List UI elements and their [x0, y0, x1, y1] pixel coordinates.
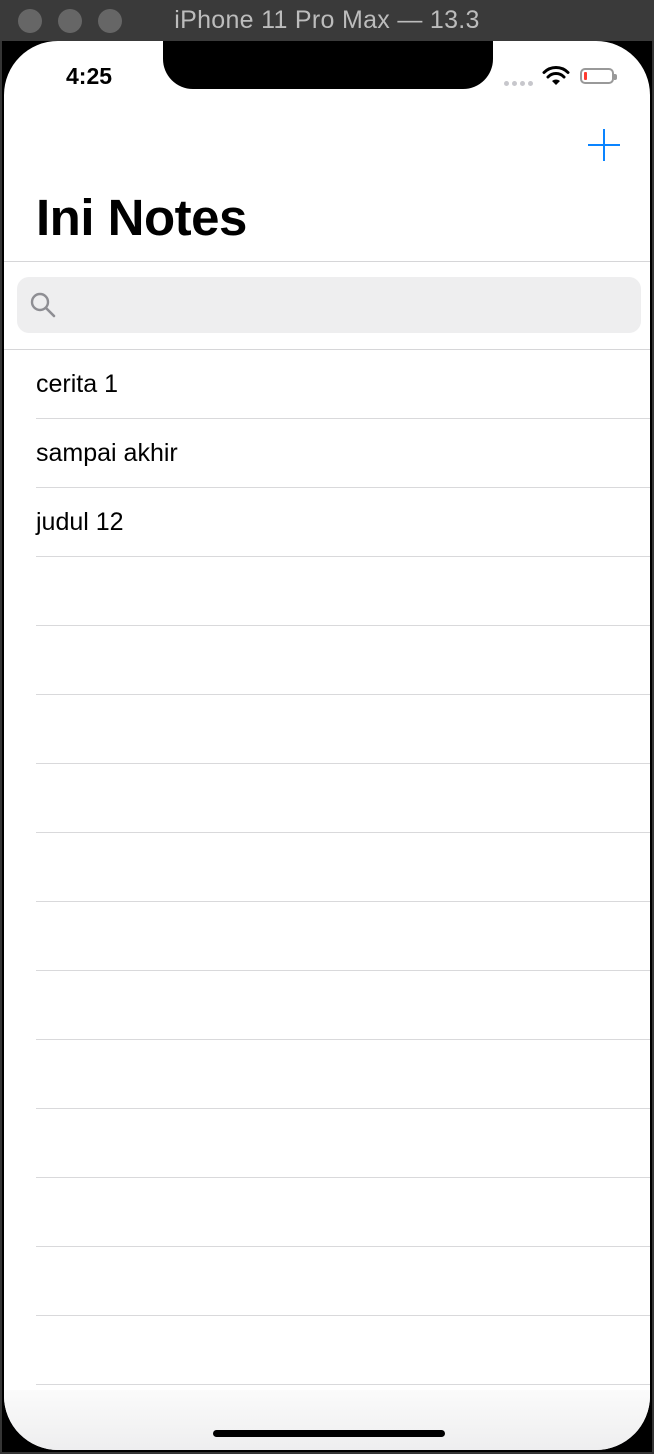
empty-row	[4, 1316, 650, 1385]
nav-divider	[4, 261, 650, 262]
empty-row	[4, 833, 650, 902]
empty-row	[4, 764, 650, 833]
empty-row	[4, 1040, 650, 1109]
simulator-window: iPhone 11 Pro Max — 13.3 4:25 Ini Notes	[0, 0, 654, 1454]
phone-screen: 4:25 Ini Notes cerita 1 sampai akhir jud…	[4, 41, 650, 1450]
notch	[163, 41, 493, 89]
empty-row	[4, 626, 650, 695]
window-titlebar: iPhone 11 Pro Max — 13.3	[0, 0, 654, 41]
search-icon	[30, 292, 56, 318]
note-title: sampai akhir	[36, 439, 178, 467]
search-input[interactable]	[65, 277, 629, 335]
empty-row	[4, 1109, 650, 1178]
status-time: 4:25	[66, 63, 113, 89]
page-title: Ini Notes	[36, 189, 247, 246]
wifi-icon	[542, 66, 570, 85]
home-indicator[interactable]	[213, 1430, 445, 1437]
battery-level	[584, 72, 587, 80]
empty-row	[4, 557, 650, 626]
empty-row	[4, 1247, 650, 1316]
search-bar[interactable]	[17, 277, 641, 335]
empty-row	[4, 1178, 650, 1247]
window-title: iPhone 11 Pro Max — 13.3	[174, 6, 480, 34]
battery-icon	[580, 68, 617, 84]
row-separator	[36, 1384, 650, 1385]
cellular-signal-icon	[504, 81, 533, 86]
note-title: judul 12	[36, 508, 124, 536]
note-title: cerita 1	[36, 370, 118, 398]
notes-list: cerita 1 sampai akhir judul 12	[4, 350, 650, 1385]
note-row[interactable]: judul 12	[4, 488, 650, 557]
note-row[interactable]: sampai akhir	[4, 419, 650, 488]
empty-row	[4, 902, 650, 971]
home-indicator-area	[4, 1390, 650, 1450]
device-frame: 4:25 Ini Notes cerita 1 sampai akhir jud…	[2, 41, 652, 1452]
empty-row	[4, 971, 650, 1040]
empty-row	[4, 695, 650, 764]
add-note-button[interactable]	[588, 129, 620, 161]
note-row[interactable]: cerita 1	[4, 350, 650, 419]
